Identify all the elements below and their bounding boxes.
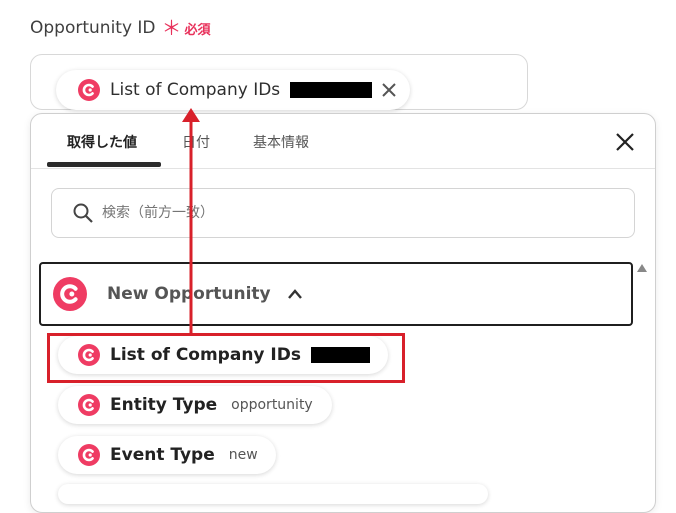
chip-label: List of Company IDs [110,80,281,100]
item-label: Entity Type [110,395,218,415]
app-logo-icon [78,79,100,101]
chevron-up-icon [287,289,302,299]
group-header-new-opportunity[interactable]: New Opportunity [39,262,633,326]
search-icon [73,203,93,223]
redacted-id [290,82,373,98]
field-label-text: Opportunity ID [30,18,156,38]
annotation-arrow [182,108,200,335]
close-icon[interactable] [613,130,637,154]
required-text: 必須 [184,22,211,38]
active-tab-indicator [47,162,161,167]
tab-basic-info[interactable]: 基本情報 [253,132,309,152]
list-item[interactable]: Event Type new [58,436,276,474]
close-icon[interactable] [380,81,398,99]
tab-retrieved-values[interactable]: 取得した値 [67,132,137,152]
field-label: Opportunity ID ＊ 必須 [30,18,211,38]
list-item[interactable]: Entity Type opportunity [58,386,332,424]
selected-value-chip[interactable]: List of Company IDs [56,70,411,110]
required-star: ＊ [161,16,182,40]
app-logo-icon [78,394,100,416]
scroll-up-icon[interactable] [637,264,647,272]
item-value: new [228,447,258,463]
tab-bar: 取得した値 日付 基本情報 [31,114,655,169]
highlight-box [47,333,405,383]
item-value: opportunity [231,397,313,413]
search-box[interactable] [51,188,635,238]
app-logo-icon [78,444,100,466]
app-logo-icon [53,277,87,311]
item-label: Event Type [110,445,215,465]
list-item-partial[interactable] [58,484,488,504]
search-input[interactable] [100,204,584,222]
